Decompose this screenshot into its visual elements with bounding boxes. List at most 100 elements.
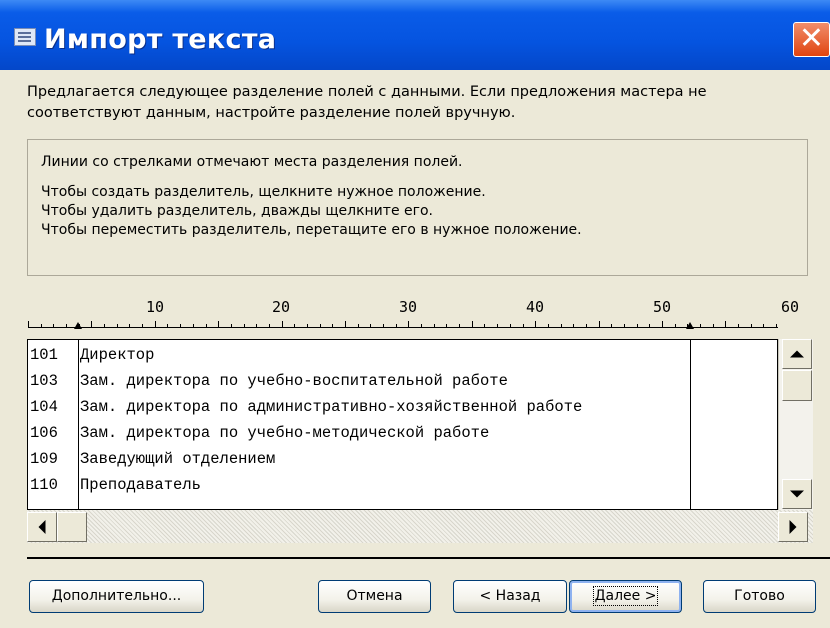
finish-button-label: Готово [734,588,785,604]
ruler-baseline [28,327,778,328]
ruler-tick [611,324,613,327]
ruler-tick [712,324,714,327]
ruler-tick [459,324,461,327]
horizontal-scroll-thumb[interactable] [57,512,87,542]
ruler-label: 30 [398,298,418,316]
ruler-tick [218,321,220,327]
close-button[interactable]: ✕ [793,22,830,57]
ruler-tick [535,321,537,327]
back-button-label: < Назад [479,588,541,604]
ruler-tick [345,321,346,327]
ruler-tick [116,324,118,327]
row-text: Преподаватель [80,476,201,494]
row-text: Зам. директора по административно-хозяйс… [80,398,583,416]
title-bar[interactable]: Импорт текста ✕ [0,0,830,70]
column-ruler[interactable]: 10 20 30 40 50 60 [0,290,830,340]
ruler-tick [306,324,308,327]
row-id: 110 [30,476,58,494]
row-id: 106 [30,424,58,442]
separator-line [27,557,830,559]
ruler-tick [395,324,397,327]
ruler-tick [763,324,765,327]
ruler-tick [281,321,283,327]
ruler-label: 20 [271,298,291,316]
intro-text: Предлагается следующее разделение полей … [27,84,707,121]
field-break-arrow-icon[interactable] [686,322,694,329]
close-icon: ✕ [798,21,825,56]
row-text: Зам. директора по учебно-воспитательной … [80,372,508,390]
ruler-tick [40,324,42,327]
field-break-line[interactable] [78,339,79,510]
ruler-tick [484,324,486,327]
ruler-label: 50 [652,298,672,316]
row-id: 109 [30,450,58,468]
ruler-tick [142,324,144,327]
next-button[interactable]: Далее > [569,580,682,613]
ruler-tick [383,324,385,327]
cancel-button[interactable]: Отмена [318,580,431,613]
ruler-tick [585,324,587,327]
arrow-down-icon [790,490,804,498]
back-button[interactable]: < Назад [453,580,567,613]
ruler-tick [560,324,562,327]
ruler-tick [700,324,702,327]
row-text: Директор [80,346,155,364]
row-id: 104 [30,398,58,416]
ruler-tick [268,324,270,327]
ruler-tick [91,321,93,327]
ruler-tick [53,324,55,327]
ruler-tick [129,324,131,327]
scroll-left-button[interactable] [27,512,57,542]
window-title: Импорт текста [44,24,277,55]
scroll-up-button[interactable] [782,339,812,369]
advanced-button[interactable]: Дополнительно... [29,580,204,613]
ruler-tick [192,324,194,327]
ruler-tick [230,324,232,327]
vertical-scroll-thumb[interactable] [782,370,812,401]
row-id: 103 [30,372,58,390]
instruction-line: Линии со стрелками отмечают места раздел… [41,154,463,170]
instruction-line: Чтобы создать разделитель, щелкните нужн… [41,184,486,200]
ruler-tick [319,324,321,327]
ruler-tick [776,324,778,327]
ruler-tick [598,321,600,327]
field-break-arrow-icon[interactable] [74,322,82,329]
ruler-tick [408,321,410,327]
scroll-down-button[interactable] [782,479,812,509]
ruler-tick [623,324,625,327]
window-app-icon[interactable] [14,28,36,46]
cancel-button-label: Отмена [346,588,403,604]
scroll-right-button[interactable] [778,512,808,542]
ruler-tick [243,324,245,327]
instruction-line: Чтобы удалить разделитель, дважды щелкни… [41,203,433,219]
finish-button[interactable]: Готово [703,580,816,613]
arrow-up-icon [790,350,804,358]
ruler-tick [294,324,296,327]
ruler-tick [256,324,258,327]
ruler-tick [649,324,651,327]
instructions-box: Линии со стрелками отмечают места раздел… [27,139,808,276]
ruler-tick [547,324,549,327]
ruler-tick [509,324,511,327]
vertical-scrollbar[interactable] [778,339,813,510]
ruler-tick [104,324,106,327]
row-id: 101 [30,346,58,364]
advanced-button-label: Дополнительно... [51,588,182,604]
horizontal-scrollbar[interactable] [27,510,813,543]
ruler-tick [167,324,169,327]
ruler-tick [28,321,29,327]
ruler-tick [154,321,156,327]
data-preview[interactable]: 101 Директор 103 Зам. директора по учебно-в… [27,339,778,510]
ruler-tick [332,324,334,327]
ruler-tick [421,324,423,327]
ruler-tick [674,324,676,327]
ruler-tick [370,324,372,327]
field-break-line[interactable] [690,339,691,510]
ruler-tick [205,324,207,327]
ruler-tick [636,324,638,327]
ruler-tick [662,321,663,327]
ruler-tick [446,324,448,327]
ruler-tick [433,324,435,327]
ruler-label: 10 [145,298,165,316]
ruler-tick [738,324,740,327]
